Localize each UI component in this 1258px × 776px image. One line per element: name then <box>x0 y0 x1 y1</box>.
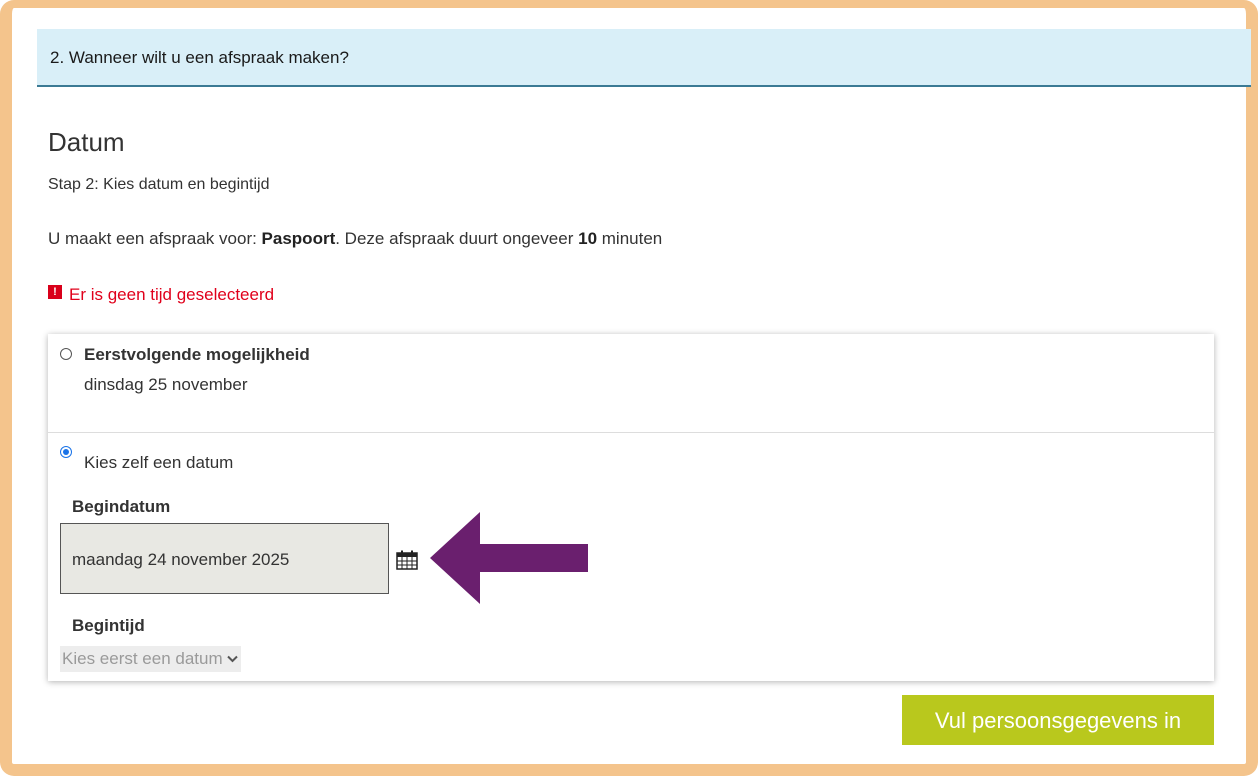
divider <box>48 432 1214 433</box>
begintijd-select[interactable]: Kies eerst een datum <box>60 646 241 672</box>
error-message: ! Er is geen tijd geselecteerd <box>48 285 274 305</box>
choose-date-label[interactable]: Kies zelf een datum <box>84 453 233 473</box>
begintijd-placeholder: Kies eerst een datum <box>62 649 223 668</box>
duration-value: 10 <box>578 229 598 248</box>
begindatum-input[interactable]: maandag 24 november 2025 <box>60 523 389 594</box>
error-text: Er is geen tijd geselecteerd <box>69 285 275 304</box>
calendar-icon[interactable] <box>396 550 418 570</box>
first-available-title[interactable]: Eerstvolgende mogelijkheid <box>84 345 310 365</box>
first-available-date: dinsdag 25 november <box>84 375 248 394</box>
radio-first-available[interactable] <box>60 348 72 360</box>
exclamation-icon: ! <box>48 285 62 299</box>
arrow-left-icon <box>430 512 588 604</box>
intro-middle: . Deze afspraak duurt ongeveer <box>335 229 579 248</box>
radio-choose-date[interactable] <box>60 446 72 458</box>
intro-suffix: minuten <box>597 229 663 248</box>
begindatum-label: Begindatum <box>72 497 171 516</box>
product-name: Paspoort <box>261 229 336 248</box>
step-header-title: 2. Wanneer wilt u een afspraak maken? <box>50 48 349 67</box>
step-text: Stap 2: Kies datum en begintijd <box>48 176 270 193</box>
intro-prefix: U maakt een afspraak voor: <box>48 229 262 248</box>
appointment-intro: U maakt een afspraak voor: Paspoort. Dez… <box>48 229 662 249</box>
submit-button[interactable]: Vul persoonsgegevens in <box>902 695 1214 745</box>
date-options-card: Eerstvolgende mogelijkheid dinsdag 25 no… <box>48 334 1214 681</box>
chevron-down-icon <box>226 655 238 663</box>
begintijd-label: Begintijd <box>72 616 145 635</box>
step-header: 2. Wanneer wilt u een afspraak maken? <box>37 29 1251 87</box>
section-heading: Datum <box>48 127 125 157</box>
